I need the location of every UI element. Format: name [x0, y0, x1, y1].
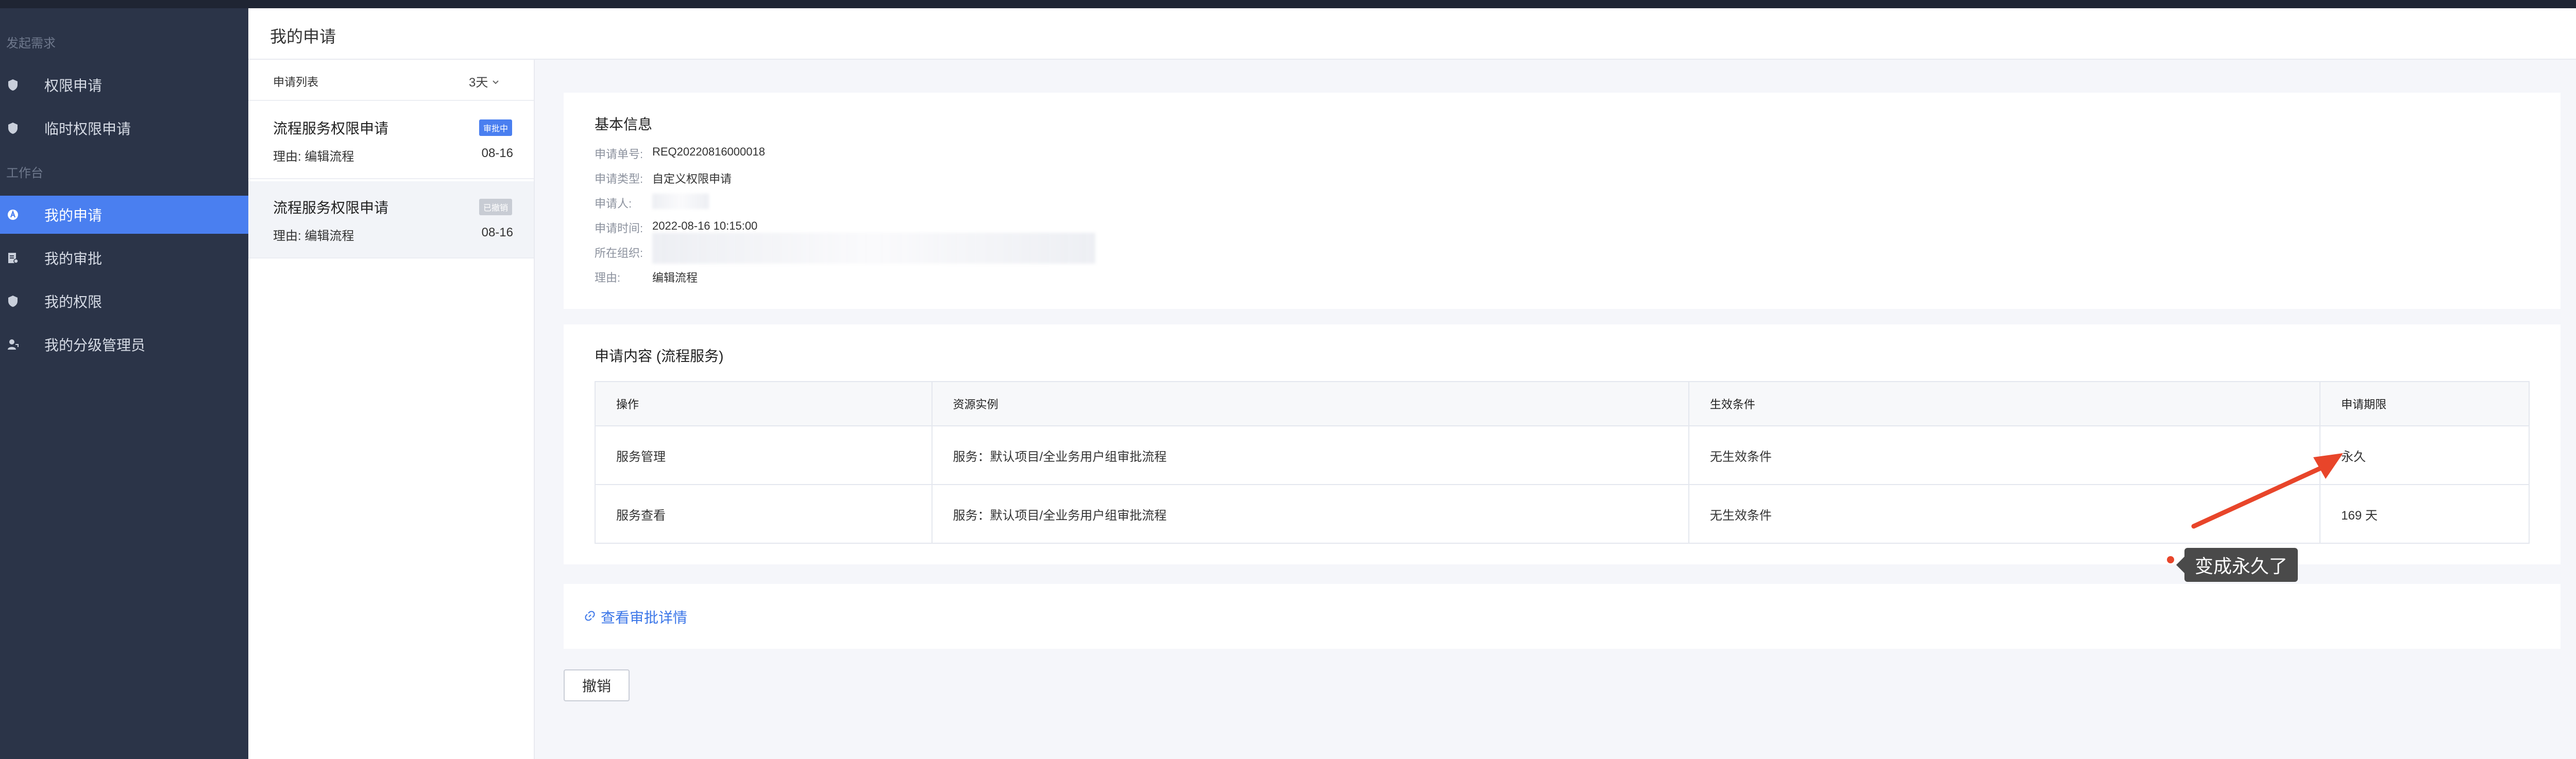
- sidebar-group-label: 工作台: [6, 166, 43, 180]
- table-cell: 169 天: [2319, 484, 2530, 544]
- sidebar-group-label: 发起需求: [6, 37, 56, 50]
- redacted-organization: [652, 233, 1095, 264]
- info-row: 所在组织:: [595, 244, 652, 261]
- info-row: 申请人:: [595, 195, 652, 211]
- request-list-title: 申请列表: [273, 76, 319, 89]
- info-label: 理由:: [595, 271, 621, 284]
- info-label: 申请单号:: [595, 148, 643, 161]
- info-row: 申请单号: REQ20220816000018: [595, 145, 765, 162]
- link-label: 查看审批详情: [601, 610, 688, 626]
- shield-icon: [7, 295, 19, 308]
- status-badge: 审批中: [479, 119, 512, 136]
- sidebar-item-label: 我的申请: [44, 208, 103, 223]
- info-label: 所在组织:: [595, 247, 643, 260]
- info-value: 编辑流程: [652, 271, 698, 284]
- table-cell: 无生效条件: [1688, 425, 2321, 485]
- page-header: 我的申请: [248, 8, 2576, 60]
- shield-icon: [7, 122, 19, 135]
- sidebar-item-my-requests[interactable]: 我的申请: [0, 196, 248, 234]
- request-icon: [7, 208, 19, 221]
- request-card-date: 08-16: [481, 146, 513, 160]
- sidebar-item-temp-permission-request[interactable]: 临时权限申请: [0, 109, 248, 147]
- table-cell: 永久: [2319, 425, 2530, 485]
- basic-info-title: 基本信息: [595, 116, 653, 132]
- request-card-title: 流程服务权限申请: [273, 120, 389, 136]
- table-header-row: 操作 资源实例 生效条件 申请期限: [595, 381, 2530, 426]
- info-row: 申请类型: 自定义权限申请: [595, 170, 732, 186]
- view-approval-details-link[interactable]: 查看审批详情: [584, 607, 687, 627]
- annotation-dot: [2167, 556, 2174, 563]
- request-card[interactable]: 流程服务权限申请 审批中 理由: 编辑流程 08-16: [248, 102, 534, 179]
- admin-user-icon: [7, 338, 19, 351]
- permission-table: 操作 资源实例 生效条件 申请期限 服务管理 服务：默认项目/全业务用户组审批流…: [595, 381, 2530, 544]
- time-filter-value: 3天: [469, 76, 488, 90]
- redacted-applicant: [652, 194, 709, 209]
- table-cell: 服务管理: [595, 425, 933, 485]
- info-label: 申请类型:: [595, 173, 643, 185]
- sidebar-item-label: 我的审批: [44, 251, 103, 267]
- basic-info-panel: 基本信息 申请单号: REQ20220816000018 申请类型: 自定义权限…: [564, 93, 2561, 309]
- info-label: 申请时间:: [595, 222, 643, 235]
- sidebar-item-my-approvals[interactable]: 我的审批: [0, 239, 248, 277]
- sidebar-item-permission-request[interactable]: 权限申请: [0, 66, 248, 104]
- top-bar: [0, 0, 2576, 8]
- sidebar-item-label: 临时权限申请: [44, 121, 131, 137]
- table-cell: 服务：默认项目/全业务用户组审批流程: [931, 425, 1689, 485]
- request-card-date: 08-16: [481, 226, 513, 239]
- cancel-request-button[interactable]: 撤销: [564, 669, 630, 701]
- approval-link-panel: 查看审批详情: [564, 584, 2561, 649]
- request-list-header: 申请列表 3天: [248, 60, 534, 101]
- time-filter-dropdown[interactable]: 3天: [469, 72, 499, 90]
- chevron-down-icon: [492, 74, 499, 89]
- table-cell: 服务查看: [595, 484, 933, 544]
- column-header: 生效条件: [1688, 381, 2321, 426]
- info-value: REQ20220816000018: [652, 145, 765, 158]
- column-header: 资源实例: [931, 381, 1689, 426]
- table-row: 服务查看 服务：默认项目/全业务用户组审批流程 无生效条件 169 天: [595, 484, 2530, 544]
- info-row: 理由: 编辑流程: [595, 269, 698, 285]
- sidebar-item-label: 我的分级管理员: [44, 337, 146, 353]
- shield-icon: [7, 78, 19, 92]
- link-icon: [584, 609, 596, 625]
- table-cell: 无生效条件: [1688, 484, 2321, 544]
- request-card-title: 流程服务权限申请: [273, 200, 389, 216]
- request-list-panel: 申请列表 3天 流程服务权限申请 审批中 理由: 编辑流程 08-16 流程服务…: [248, 60, 535, 759]
- status-badge: 已撤销: [479, 199, 512, 215]
- approval-icon: [7, 251, 19, 265]
- info-value: 自定义权限申请: [652, 173, 732, 185]
- column-header: 操作: [595, 381, 933, 426]
- column-header: 申请期限: [2319, 381, 2530, 426]
- sidebar-item-label: 权限申请: [44, 78, 103, 94]
- page-title: 我的申请: [270, 27, 336, 46]
- sidebar-item-my-admins[interactable]: 我的分级管理员: [0, 325, 248, 364]
- table-row: 服务管理 服务：默认项目/全业务用户组审批流程 无生效条件 永久: [595, 425, 2530, 485]
- annotation-tooltip: 变成永久了: [2176, 548, 2298, 582]
- table-cell: 服务：默认项目/全业务用户组审批流程: [931, 484, 1689, 544]
- request-card[interactable]: 流程服务权限申请 已撤销 理由: 编辑流程 08-16: [248, 181, 534, 258]
- sidebar: 发起需求 权限申请 临时权限申请 工作台 我的申请 我的审批 我的权限 我的分级…: [0, 8, 248, 759]
- request-card-reason: 理由: 编辑流程: [273, 229, 354, 243]
- sidebar-item-label: 我的权限: [44, 294, 103, 310]
- request-content-panel: 申请内容 (流程服务) 操作 资源实例 生效条件 申请期限 服务管理 服务：默认…: [564, 324, 2561, 564]
- request-content-title: 申请内容 (流程服务): [595, 348, 724, 364]
- sidebar-item-my-permissions[interactable]: 我的权限: [0, 282, 248, 320]
- info-label: 申请人:: [595, 197, 632, 210]
- request-card-reason: 理由: 编辑流程: [273, 150, 354, 164]
